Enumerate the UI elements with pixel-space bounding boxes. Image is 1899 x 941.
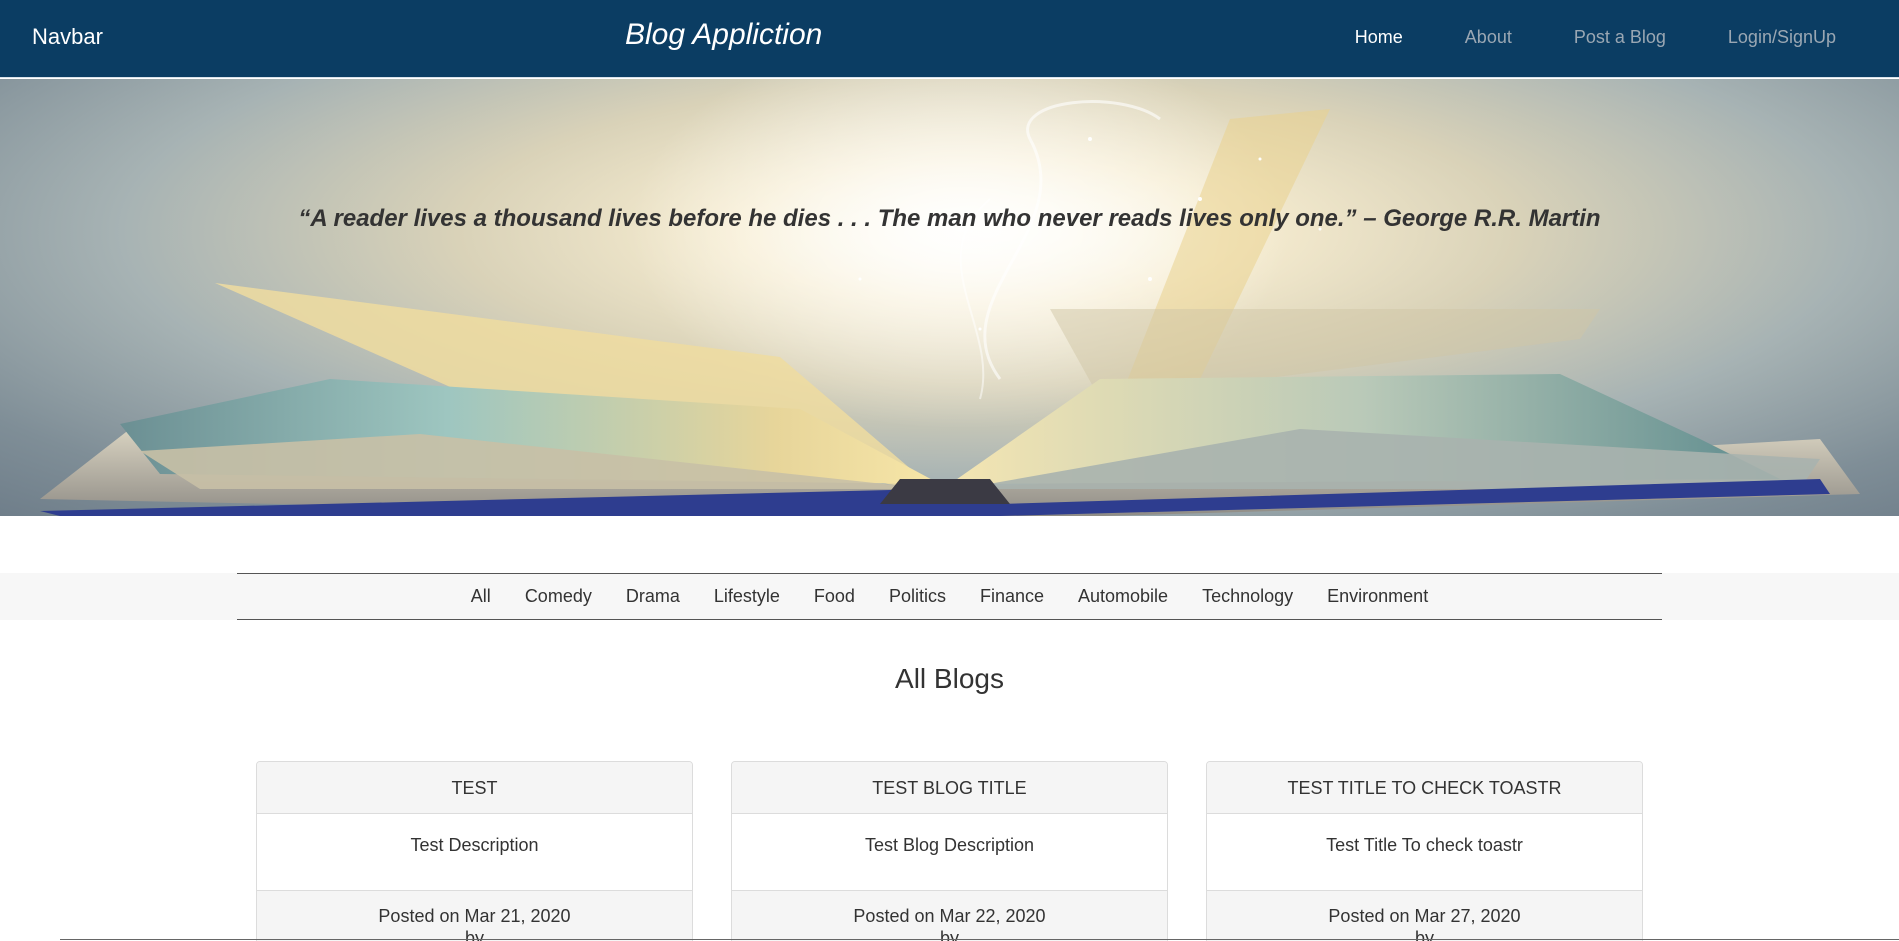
hero-banner: “A reader lives a thousand lives before …: [0, 79, 1899, 516]
category-comedy[interactable]: Comedy: [525, 586, 592, 607]
blog-card[interactable]: TEST Test Description Posted on Mar 21, …: [256, 761, 693, 941]
blog-card-posted-date: Posted on Mar 22, 2020: [853, 906, 1046, 926]
category-list: All Comedy Drama Lifestyle Food Politics…: [0, 586, 1899, 607]
blog-card[interactable]: TEST BLOG TITLE Test Blog Description Po…: [731, 761, 1168, 941]
open-book-image: [40, 79, 1860, 516]
blog-card-description: Test Blog Description: [864, 835, 1035, 855]
category-divider-bottom: [237, 619, 1662, 620]
blog-card[interactable]: TEST TITLE TO CHECK TOASTR Test Title To…: [1206, 761, 1643, 941]
category-drama[interactable]: Drama: [626, 586, 680, 607]
viewport-edge-line: [60, 939, 1899, 940]
category-divider-top: [237, 573, 1662, 574]
blog-card-title: TEST BLOG TITLE: [732, 762, 1167, 814]
category-food[interactable]: Food: [814, 586, 855, 607]
blog-card-posted-date: Posted on Mar 21, 2020: [378, 906, 571, 926]
blog-card-posted-date: Posted on Mar 27, 2020: [1328, 906, 1521, 926]
category-all[interactable]: All: [471, 586, 491, 607]
category-environment[interactable]: Environment: [1327, 586, 1428, 607]
category-automobile[interactable]: Automobile: [1078, 586, 1168, 607]
blog-card-footer: Posted on Mar 21, 2020 by: [257, 890, 692, 941]
hero-quote: “A reader lives a thousand lives before …: [298, 205, 1601, 232]
category-politics[interactable]: Politics: [889, 586, 946, 607]
blog-card-description: Test Description: [410, 835, 539, 855]
nav-link-login-signup[interactable]: Login/SignUp: [1728, 27, 1836, 48]
navbar-brand[interactable]: Navbar: [32, 24, 103, 50]
nav-links: Home About Post a Blog Login/SignUp: [1293, 27, 1836, 48]
nav-link-post-blog[interactable]: Post a Blog: [1574, 27, 1666, 48]
site-title: Blog Appliction: [625, 18, 823, 51]
category-finance[interactable]: Finance: [980, 586, 1044, 607]
category-lifestyle[interactable]: Lifestyle: [714, 586, 780, 607]
blog-card-description: Test Title To check toastr: [1326, 835, 1523, 855]
category-technology[interactable]: Technology: [1202, 586, 1293, 607]
blog-card-footer: Posted on Mar 27, 2020 by: [1207, 890, 1642, 941]
section-title: All Blogs: [895, 663, 1004, 694]
blog-card-title: TEST: [257, 762, 692, 814]
nav-link-home[interactable]: Home: [1355, 27, 1403, 48]
nav-link-about[interactable]: About: [1465, 27, 1512, 48]
top-navbar: Navbar Blog Appliction Home About Post a…: [0, 0, 1899, 78]
blog-card-footer: Posted on Mar 22, 2020 by: [732, 890, 1167, 941]
blog-card-title: TEST TITLE TO CHECK TOASTR: [1207, 762, 1642, 814]
